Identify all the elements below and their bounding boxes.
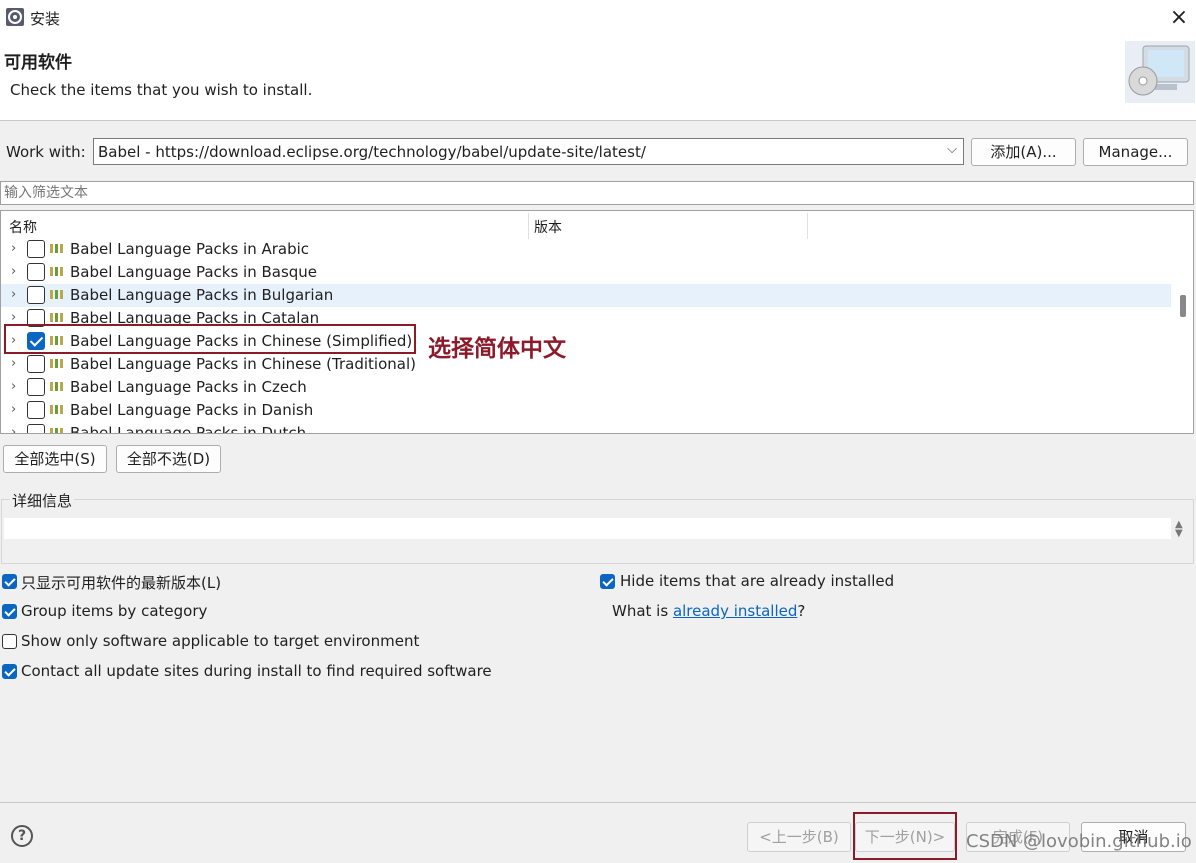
details-text-area[interactable] bbox=[4, 518, 1171, 539]
package-icon bbox=[50, 359, 63, 368]
tree-row[interactable]: › Babel Language Packs in Bulgarian bbox=[1, 284, 1171, 307]
column-header-version[interactable]: 版本 bbox=[534, 217, 562, 237]
chevron-right-icon[interactable]: › bbox=[11, 241, 16, 256]
tree-row[interactable]: › Babel Language Packs in Danish bbox=[1, 399, 1171, 422]
hide-installed-label: Hide items that are already installed bbox=[620, 572, 895, 590]
back-button[interactable]: <上一步(B) bbox=[747, 822, 851, 852]
help-icon[interactable]: ? bbox=[11, 825, 33, 847]
row-label: Babel Language Packs in Dutch bbox=[70, 424, 307, 434]
contact-sites-label: Contact all update sites during install … bbox=[21, 662, 492, 680]
already-installed-link[interactable]: already installed bbox=[673, 602, 797, 620]
filter-input[interactable] bbox=[0, 181, 1194, 205]
deselect-all-button[interactable]: 全部不选(D) bbox=[116, 445, 221, 473]
tree-row[interactable]: › Babel Language Packs in Dutch bbox=[1, 422, 1171, 434]
watermark-text: CSDN @lovobin.github.io bbox=[966, 831, 1192, 852]
select-all-button[interactable]: 全部选中(S) bbox=[3, 445, 107, 473]
tree-scrollbar-thumb[interactable] bbox=[1180, 295, 1186, 317]
package-icon bbox=[50, 313, 63, 322]
row-checkbox[interactable] bbox=[27, 263, 45, 281]
row-label: Babel Language Packs in Basque bbox=[70, 263, 318, 281]
chevron-right-icon[interactable]: › bbox=[11, 356, 16, 371]
contact-sites-checkbox[interactable] bbox=[2, 664, 17, 679]
header-banner: 可用软件 Check the items that you wish to in… bbox=[0, 36, 1196, 121]
column-divider[interactable] bbox=[528, 213, 529, 239]
manage-button[interactable]: Manage... bbox=[1083, 138, 1188, 166]
row-checkbox[interactable] bbox=[27, 286, 45, 304]
package-icon bbox=[50, 267, 63, 276]
tree-row[interactable]: › Babel Language Packs in Basque bbox=[1, 261, 1171, 284]
what-is-suffix: ? bbox=[797, 602, 806, 620]
chevron-right-icon[interactable]: › bbox=[11, 425, 16, 433]
software-tree[interactable]: 名称 版本 › Babel Language Packs in Arabic ›… bbox=[0, 210, 1194, 434]
group-by-category-checkbox[interactable] bbox=[2, 604, 17, 619]
details-label: 详细信息 bbox=[10, 490, 75, 511]
chevron-down-icon[interactable]: ⌵ bbox=[947, 142, 957, 157]
work-with-value: Babel - https://download.eclipse.org/tec… bbox=[98, 143, 646, 161]
row-checkbox[interactable] bbox=[27, 378, 45, 396]
package-icon bbox=[50, 428, 63, 433]
column-divider[interactable] bbox=[807, 213, 808, 239]
work-with-combo[interactable]: Babel - https://download.eclipse.org/tec… bbox=[93, 138, 964, 165]
install-monitor-icon bbox=[1125, 41, 1195, 103]
window-title: 安装 bbox=[30, 10, 61, 28]
applicable-only-checkbox[interactable] bbox=[2, 634, 17, 649]
hide-installed-checkbox[interactable] bbox=[600, 574, 615, 589]
row-checkbox[interactable] bbox=[27, 424, 45, 433]
row-label: Babel Language Packs in Bulgarian bbox=[70, 286, 334, 304]
row-checkbox[interactable] bbox=[27, 240, 45, 258]
chevron-right-icon[interactable]: › bbox=[11, 310, 16, 325]
tree-row[interactable]: › Babel Language Packs in Chinese (Tradi… bbox=[1, 353, 1171, 376]
latest-versions-label: 只显示可用软件的最新版本(L) bbox=[21, 574, 222, 592]
details-scroll-arrows[interactable]: ▲ ▼ bbox=[1175, 520, 1183, 539]
chevron-right-icon[interactable]: › bbox=[11, 379, 16, 394]
package-icon bbox=[50, 244, 63, 253]
applicable-only-label: Show only software applicable to target … bbox=[21, 632, 420, 650]
package-icon bbox=[50, 382, 63, 391]
annotation-text: 选择简体中文 bbox=[428, 336, 566, 362]
row-checkbox[interactable] bbox=[27, 401, 45, 419]
what-is-installed-text: What is already installed? bbox=[612, 602, 805, 620]
title-bar: 安装 × bbox=[0, 0, 1196, 36]
tree-row[interactable]: › Babel Language Packs in Arabic bbox=[1, 238, 1171, 261]
row-checkbox[interactable] bbox=[27, 355, 45, 373]
chevron-right-icon[interactable]: › bbox=[11, 402, 16, 417]
page-description: Check the items that you wish to install… bbox=[10, 81, 313, 99]
row-label: Babel Language Packs in Danish bbox=[70, 401, 314, 419]
package-icon bbox=[50, 290, 63, 299]
page-title: 可用软件 bbox=[4, 53, 72, 73]
row-label: Babel Language Packs in Arabic bbox=[70, 240, 310, 258]
close-icon[interactable]: × bbox=[1166, 5, 1192, 31]
chevron-right-icon[interactable]: › bbox=[11, 287, 16, 302]
next-highlight-box bbox=[853, 812, 957, 860]
work-with-label: Work with: bbox=[6, 143, 86, 161]
footer-separator bbox=[0, 802, 1196, 803]
row-label: Babel Language Packs in Chinese (Traditi… bbox=[70, 355, 416, 373]
eclipse-app-icon bbox=[6, 8, 24, 26]
package-icon bbox=[50, 405, 63, 414]
latest-versions-checkbox[interactable] bbox=[2, 574, 17, 589]
what-is-prefix: What is bbox=[612, 602, 673, 620]
annotation-highlight-box bbox=[4, 324, 416, 354]
row-label: Babel Language Packs in Czech bbox=[70, 378, 307, 396]
group-by-category-label: Group items by category bbox=[21, 602, 208, 620]
chevron-right-icon[interactable]: › bbox=[11, 264, 16, 279]
tree-row[interactable]: › Babel Language Packs in Czech bbox=[1, 376, 1171, 399]
add-site-button[interactable]: 添加(A)... bbox=[971, 138, 1076, 166]
column-header-name[interactable]: 名称 bbox=[9, 217, 37, 237]
